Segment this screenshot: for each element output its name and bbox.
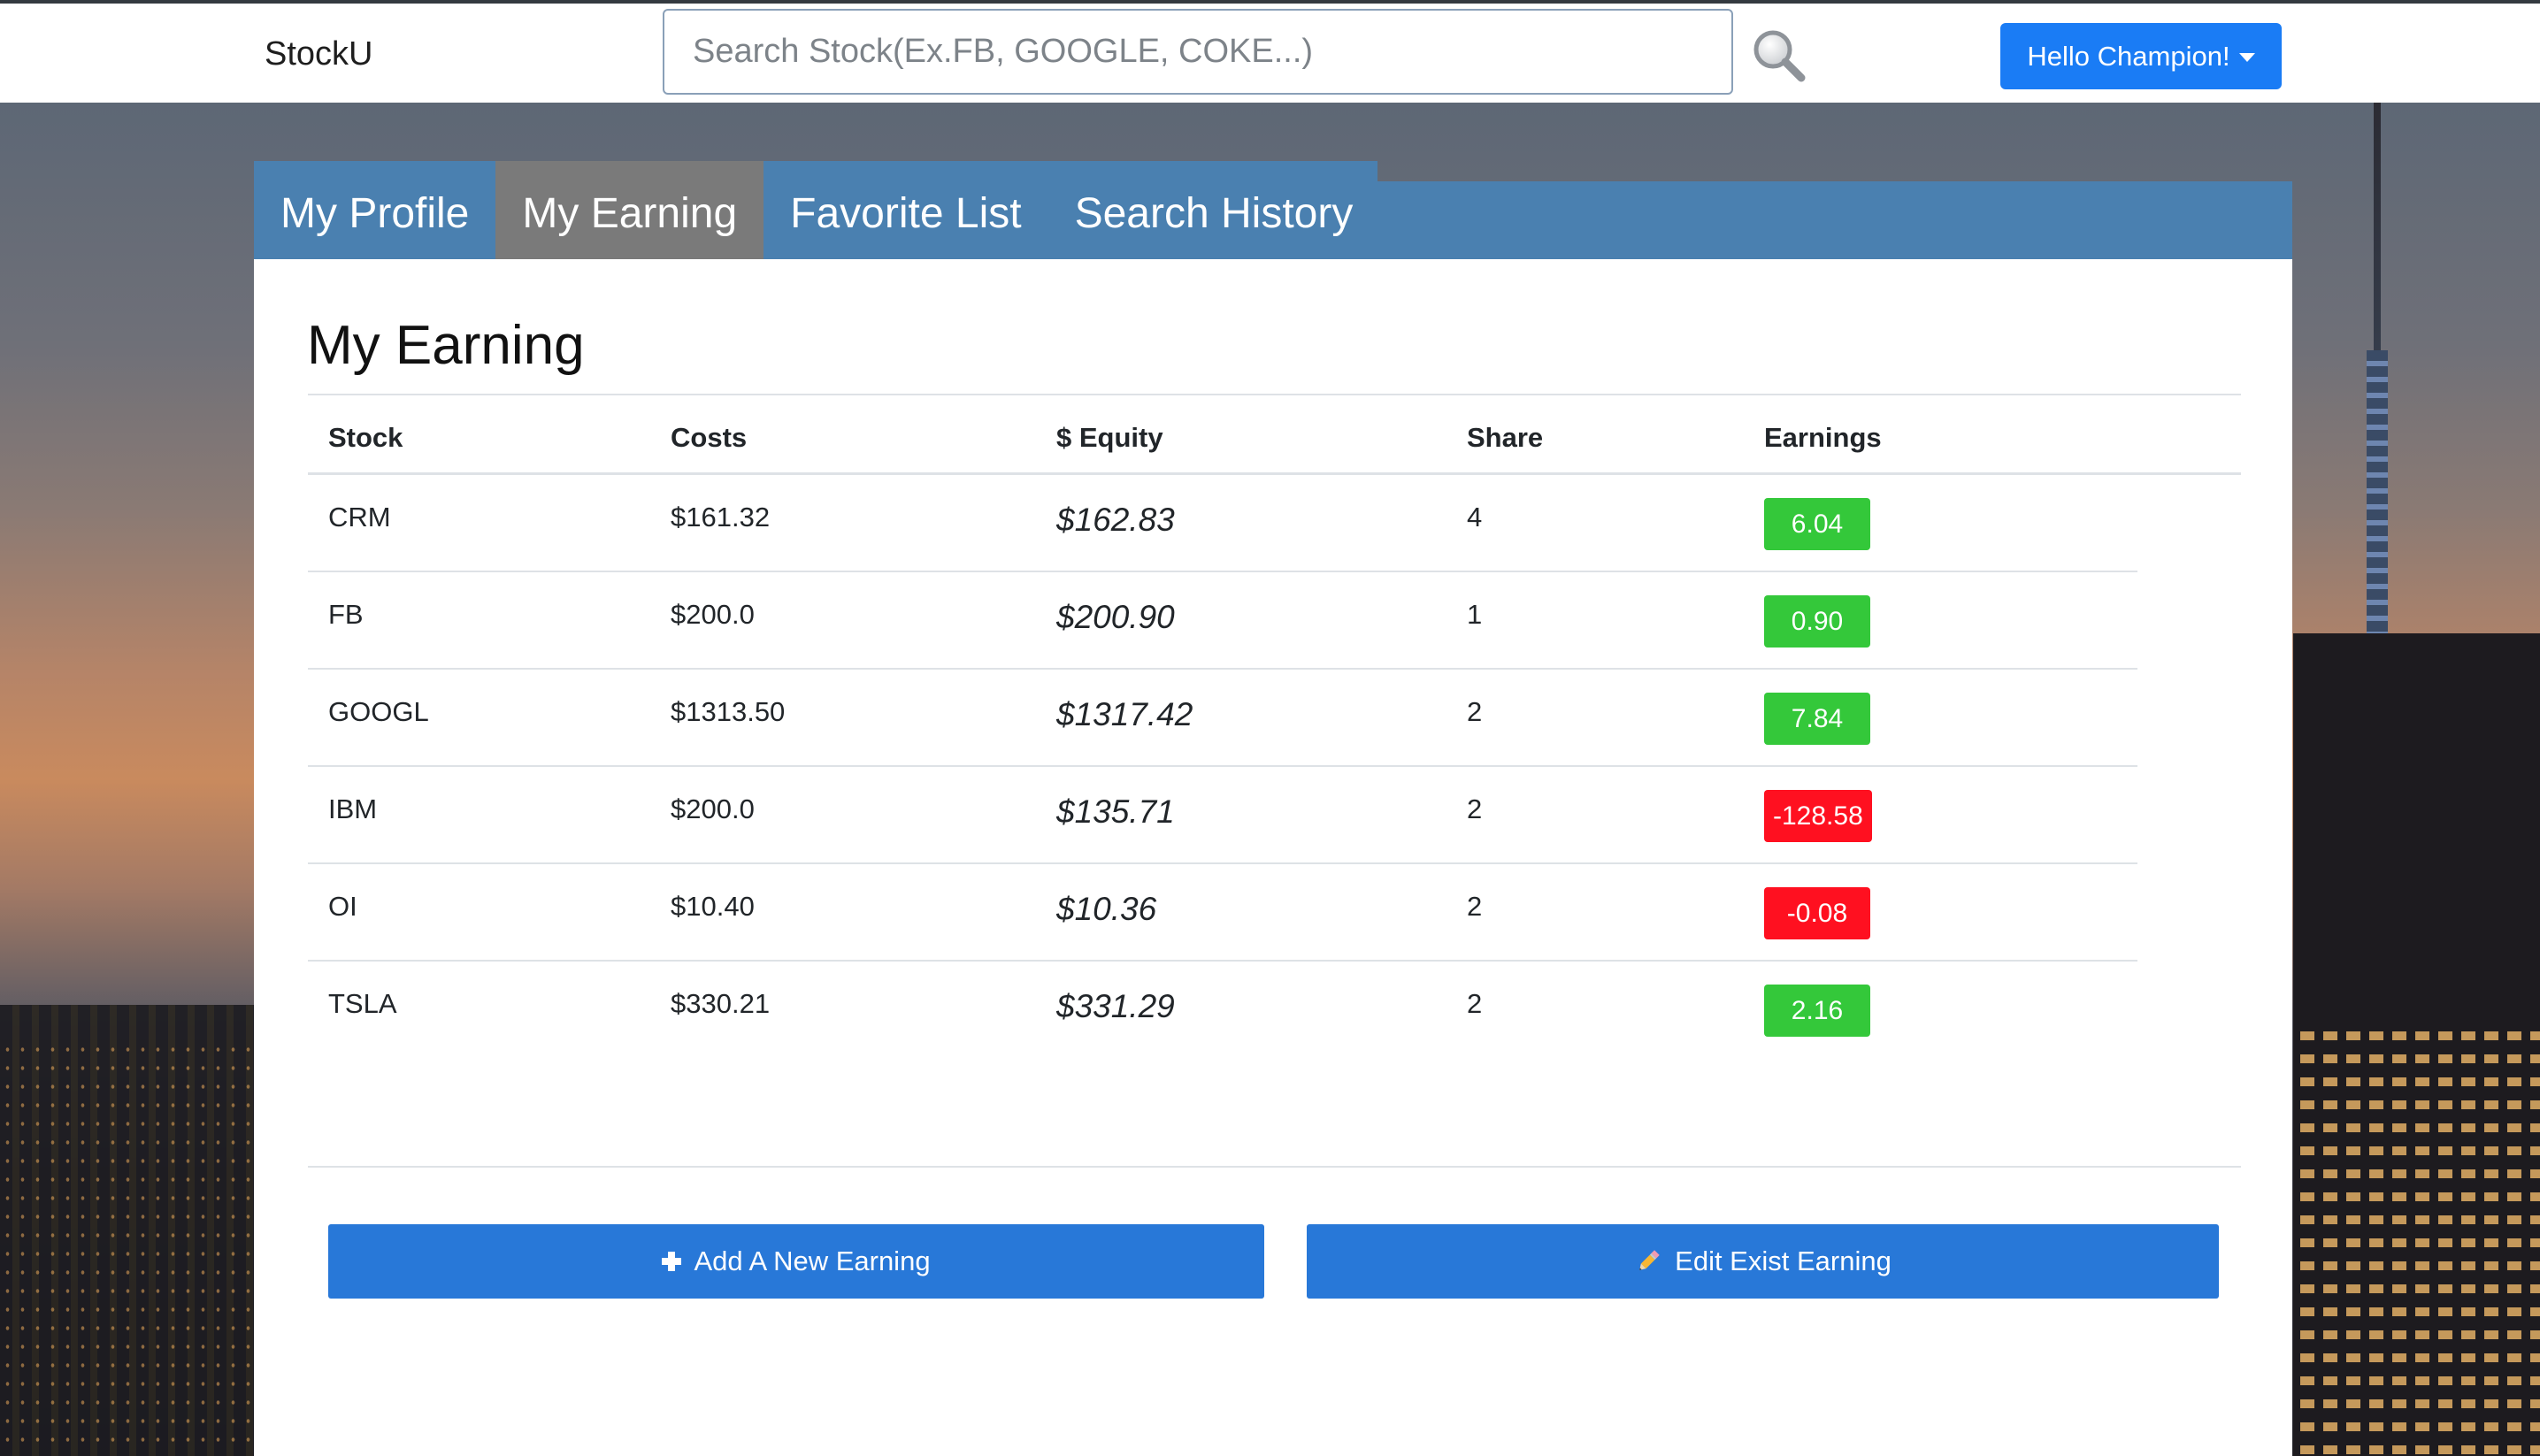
equity-value: $10.36 — [1056, 891, 1157, 927]
share-count: 2 — [1467, 696, 1483, 727]
page-title: My Earning — [307, 315, 585, 376]
earnings-badge: 6.04 — [1764, 498, 1870, 550]
table-row[interactable]: IBM $200.0 $135.71 2 -128.58 — [308, 767, 2137, 864]
column-header-earnings: Earnings — [1764, 422, 1882, 453]
table-row[interactable]: OI $10.40 $10.36 2 -0.08 — [308, 864, 2137, 962]
city-lights-left — [0, 1040, 257, 1456]
cost-value: $10.40 — [671, 891, 755, 922]
equity-value: $331.29 — [1056, 988, 1175, 1024]
user-menu-dropdown[interactable]: Hello Champion! — [2000, 23, 2282, 89]
earnings-badge: -0.08 — [1764, 887, 1870, 939]
stock-symbol: TSLA — [328, 988, 397, 1019]
earnings-badge: 0.90 — [1764, 595, 1870, 648]
table-row[interactable]: TSLA $330.21 $331.29 2 2.16 — [308, 962, 2137, 1059]
edit-earning-label: Edit Exist Earning — [1675, 1245, 1892, 1276]
tab-my-profile[interactable]: My Profile — [254, 161, 495, 259]
cost-value: $200.0 — [671, 599, 755, 630]
profile-tabs: My Profile My Earning Favorite List Sear… — [254, 161, 1379, 259]
share-count: 1 — [1467, 599, 1483, 630]
stock-symbol: IBM — [328, 793, 378, 824]
table-row[interactable]: CRM $161.32 $162.83 4 6.04 — [308, 475, 2137, 572]
stock-symbol: OI — [328, 891, 357, 922]
column-header-share: Share — [1467, 422, 1544, 453]
tab-my-earning[interactable]: My Earning — [495, 161, 764, 259]
cost-value: $200.0 — [671, 793, 755, 824]
column-header-stock: Stock — [328, 422, 403, 453]
tower-lights-right — [2300, 1031, 2540, 1456]
share-count: 2 — [1467, 891, 1483, 922]
stock-symbol: CRM — [328, 502, 391, 533]
equity-value: $1317.42 — [1056, 696, 1193, 732]
earnings-badge: -128.58 — [1764, 790, 1872, 842]
pencil-icon — [1639, 1250, 1660, 1270]
stock-symbol: FB — [328, 599, 364, 630]
share-count: 2 — [1467, 988, 1483, 1019]
plus-icon — [662, 1252, 682, 1271]
table-header: Stock Costs $ Equity Share Earnings — [308, 395, 2241, 475]
equity-value: $162.83 — [1056, 502, 1175, 538]
equity-value: $200.90 — [1056, 599, 1175, 635]
brand-logo[interactable]: StockU — [265, 35, 372, 73]
divider — [308, 1166, 2241, 1168]
table-row[interactable]: GOOGL $1313.50 $1317.42 2 7.84 — [308, 670, 2137, 767]
column-header-equity: $ Equity — [1056, 422, 1163, 453]
add-earning-button[interactable]: Add A New Earning — [328, 1224, 1264, 1299]
magnifier-icon — [1753, 30, 1806, 82]
cost-value: $1313.50 — [671, 696, 786, 727]
share-count: 2 — [1467, 793, 1483, 824]
equity-value: $135.71 — [1056, 793, 1175, 830]
share-count: 4 — [1467, 502, 1483, 533]
tab-search-history[interactable]: Search History — [1048, 161, 1380, 259]
tab-favorite-list[interactable]: Favorite List — [764, 161, 1047, 259]
cost-value: $161.32 — [671, 502, 771, 533]
earnings-badge: 2.16 — [1764, 985, 1870, 1037]
column-header-costs: Costs — [671, 422, 748, 453]
search-button[interactable] — [1750, 27, 1808, 85]
top-navbar: StockU Hello Champion! — [0, 0, 2540, 103]
earnings-badge: 7.84 — [1764, 693, 1870, 745]
stock-symbol: GOOGL — [328, 696, 429, 727]
edit-earning-button[interactable]: Edit Exist Earning — [1307, 1224, 2219, 1299]
table-row[interactable]: FB $200.0 $200.90 1 0.90 — [308, 572, 2137, 670]
user-menu-label: Hello Champion! — [2027, 40, 2230, 72]
add-earning-label: Add A New Earning — [694, 1245, 931, 1276]
cost-value: $330.21 — [671, 988, 771, 1019]
earning-panel: My Earning Stock Costs $ Equity Share Ea… — [254, 259, 2292, 1456]
stock-search-input[interactable] — [663, 9, 1733, 95]
caret-down-icon — [2238, 52, 2255, 62]
